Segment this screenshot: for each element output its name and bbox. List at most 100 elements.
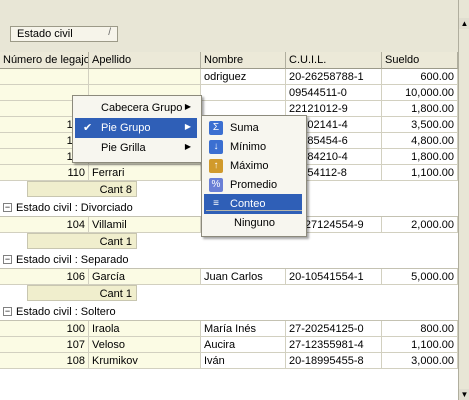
cell-apellido[interactable]: Krumikov	[89, 353, 201, 369]
cell-nombre[interactable]: Juan Carlos	[201, 269, 286, 285]
cell-sueldo[interactable]: 1,800.00	[382, 149, 458, 165]
cell-sueldo[interactable]: 2,000.00	[382, 217, 458, 233]
cell-cuil[interactable]: 09544511-0	[286, 85, 382, 101]
cell-cuil[interactable]: 27-12355981-4	[286, 337, 382, 353]
table-row[interactable]: 100 Iraola María Inés 27-20254125-0 800.00	[0, 321, 458, 337]
minimum-icon: ↓	[209, 140, 223, 154]
table-row[interactable]: 107 Veloso Aucira 27-12355981-4 1,100.00	[0, 337, 458, 353]
cell-nombre[interactable]	[201, 85, 286, 101]
maximum-icon: ↑	[209, 159, 223, 173]
cell-sueldo[interactable]: 3,500.00	[382, 117, 458, 133]
menu-item-pie-grilla[interactable]: Pie Grilla ▶	[75, 138, 197, 158]
cell-sueldo[interactable]: 10,000.00	[382, 85, 458, 101]
collapse-icon[interactable]: −	[3, 255, 12, 264]
menu-item-count[interactable]: ≡ Conteo	[204, 194, 302, 214]
vertical-scrollbar[interactable]: ▲ ▼	[458, 0, 469, 400]
submenu-arrow-icon: ▶	[184, 102, 191, 111]
group-row[interactable]: − Estado civil : Separado	[0, 252, 458, 269]
group-count: Cant 8	[27, 181, 137, 197]
cell-cuil[interactable]: 20-18995455-8	[286, 353, 382, 369]
menu-item-label: Pie Grupo	[101, 122, 151, 134]
column-header-label: Nombre	[204, 54, 244, 66]
cell-legajo[interactable]: 108	[0, 353, 89, 369]
sort-arrow-icon: /	[108, 27, 111, 38]
menu-separator	[206, 210, 302, 211]
table-row[interactable]: odriguez 20-26258788-1 600.00	[0, 69, 458, 85]
cell-cuil[interactable]: 20-10541554-1	[286, 269, 382, 285]
menu-item-average[interactable]: % Promedio	[204, 175, 302, 195]
group-row[interactable]: − Estado civil : Soltero	[0, 304, 458, 321]
cell-sueldo[interactable]: 1,100.00	[382, 165, 458, 181]
menu-item-label: Suma	[230, 122, 259, 134]
column-header-label: C.U.I.L.	[289, 54, 327, 66]
collapse-icon[interactable]: −	[3, 307, 12, 316]
cell-apellido[interactable]: Iraola	[89, 321, 201, 337]
group-label: Estado civil : Soltero	[16, 306, 116, 318]
cell-nombre[interactable]: Iván	[201, 353, 286, 369]
table-row[interactable]: 106 García Juan Carlos 20-10541554-1 5,000.0…	[0, 269, 458, 285]
cell-sueldo[interactable]: 3,000.00	[382, 353, 458, 369]
scroll-down-icon[interactable]: ▼	[459, 389, 469, 400]
cell-legajo[interactable]: 104	[0, 217, 89, 233]
column-header-cuil[interactable]: C.U.I.L.	[286, 52, 382, 69]
cell-apellido[interactable]: Veloso	[89, 337, 201, 353]
column-header-sueldo[interactable]: Sueldo	[382, 52, 458, 69]
column-header-label: Número de legajo	[3, 54, 89, 66]
menu-item-label: Cabecera Grupo	[101, 102, 183, 114]
menu-item-sigma[interactable]: Σ Suma	[204, 118, 302, 138]
cell-nombre[interactable]: Aucira	[201, 337, 286, 353]
checkmark-icon: ✔	[83, 122, 93, 134]
cell-sueldo[interactable]: 1,800.00	[382, 101, 458, 117]
cell-legajo[interactable]: 106	[0, 269, 89, 285]
menu-item-label: Ninguno	[234, 217, 275, 229]
count-icon: ≡	[209, 197, 223, 211]
cell-apellido[interactable]	[89, 69, 201, 85]
cell-nombre[interactable]: odriguez	[201, 69, 286, 85]
cell-sueldo[interactable]: 800.00	[382, 321, 458, 337]
menu-item-minimum[interactable]: ↓ Mínimo	[204, 137, 302, 157]
group-count: Cant 1	[27, 285, 137, 301]
menu-item-label: Promedio	[230, 179, 278, 191]
cell-sueldo[interactable]: 1,100.00	[382, 337, 458, 353]
cell-legajo[interactable]: 107	[0, 337, 89, 353]
menu-item-label: Pie Grilla	[101, 142, 146, 154]
column-header-legajo[interactable]: Número de legajo	[0, 52, 89, 69]
submenu-arrow-icon: ▶	[184, 142, 191, 151]
cell-legajo[interactable]: 100	[0, 321, 89, 337]
table-row[interactable]: 09544511-0 10,000.00	[0, 85, 458, 101]
group-count: Cant 1	[27, 233, 137, 249]
cell-sueldo[interactable]: 5,000.00	[382, 269, 458, 285]
cell-apellido[interactable]: García	[89, 269, 201, 285]
menu-item-label: Máximo	[230, 160, 269, 172]
cell-cuil[interactable]: 27-20254125-0	[286, 321, 382, 337]
group-label: Estado civil : Separado	[16, 254, 129, 266]
column-header-label: Sueldo	[385, 54, 420, 66]
column-header-apellido[interactable]: Apellido	[89, 52, 201, 69]
column-header-nombre[interactable]: Nombre	[201, 52, 286, 69]
menu-item-maximum[interactable]: ↑ Máximo	[204, 156, 302, 176]
cell-apellido[interactable]: Villamil	[89, 217, 201, 233]
menu-item-pie-grupo[interactable]: ✔ Pie Grupo ▶	[75, 118, 197, 138]
menu-item-cabecera-grupo[interactable]: Cabecera Grupo ▶	[75, 98, 197, 118]
aggregate-submenu: ≡ Conteo% Promedio ↑ Máximo ↓ Mínimo Σ Suma Ning…	[201, 115, 307, 237]
cell-sueldo[interactable]: 4,800.00	[382, 133, 458, 149]
sigma-icon: Σ	[209, 121, 223, 135]
group-chip-label: Estado civil	[17, 28, 73, 40]
cell-legajo[interactable]: 110	[0, 165, 89, 181]
cell-cuil[interactable]: 20-26258788-1	[286, 69, 382, 85]
grid-window: Estado civil / Número de legajo Apellido…	[0, 0, 469, 400]
group-chip-estado-civil[interactable]: Estado civil /	[10, 26, 118, 42]
menu-item-ninguno[interactable]: Ninguno	[204, 213, 302, 233]
table-row[interactable]: 108 Krumikov Iván 20-18995455-8 3,000.00	[0, 353, 458, 369]
cell-legajo[interactable]	[0, 69, 89, 85]
cell-sueldo[interactable]: 600.00	[382, 69, 458, 85]
scroll-up-icon[interactable]: ▲	[459, 18, 469, 29]
group-by-panel: Estado civil /	[0, 0, 458, 53]
average-icon: %	[209, 178, 223, 192]
cell-apellido[interactable]: Ferrari	[89, 165, 201, 181]
column-header-label: Apellido	[92, 54, 132, 66]
group-label: Estado civil : Divorciado	[16, 202, 133, 214]
cell-nombre[interactable]: María Inés	[201, 321, 286, 337]
collapse-icon[interactable]: −	[3, 203, 12, 212]
menu-item-label: Conteo	[230, 198, 266, 210]
